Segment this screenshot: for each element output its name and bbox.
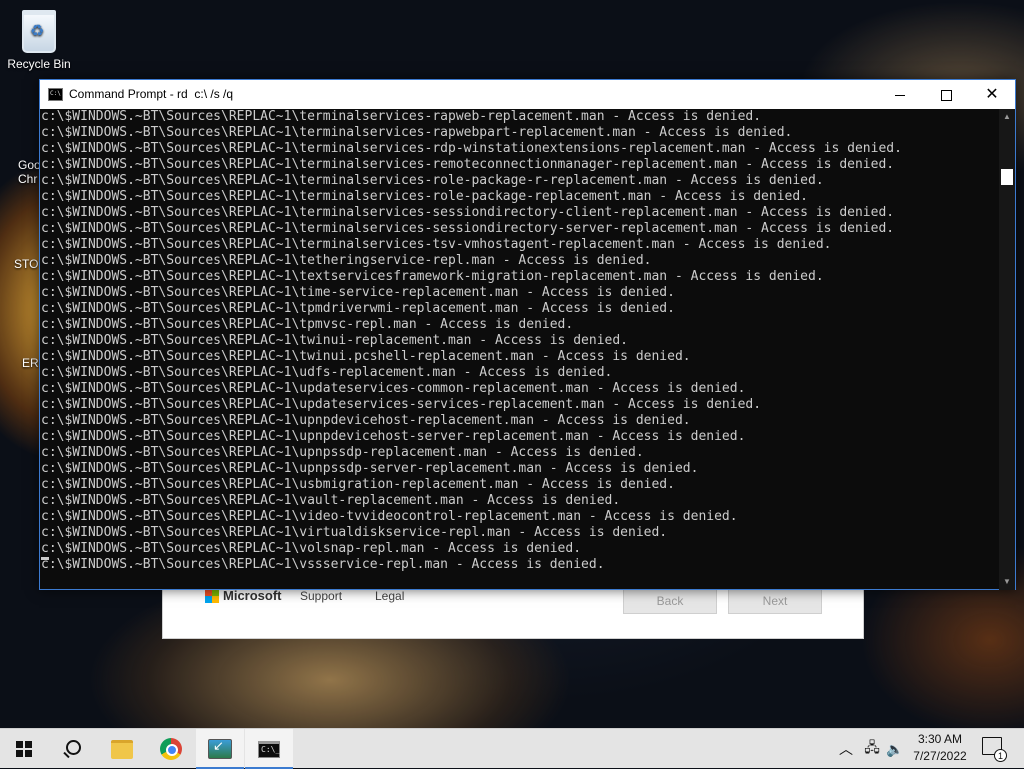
desktop-icon-google-chrome[interactable]: Goo Chr	[18, 158, 41, 186]
console-line: c:\$WINDOWS.~BT\Sources\REPLAC~1\usbmigr…	[41, 477, 675, 492]
chrome-icon	[160, 738, 182, 760]
next-button[interactable]: Next	[728, 588, 822, 614]
maximize-button[interactable]	[923, 80, 969, 109]
console-line: c:\$WINDOWS.~BT\Sources\REPLAC~1\upnpssd…	[41, 445, 644, 460]
legal-link[interactable]: Legal	[375, 589, 404, 603]
console-line: c:\$WINDOWS.~BT\Sources\REPLAC~1\volsnap…	[41, 541, 582, 556]
network-icon: 🖧	[864, 739, 880, 755]
command-prompt-icon: C:\_	[258, 740, 280, 758]
close-button[interactable]: ✕	[969, 80, 1015, 109]
console-line: c:\$WINDOWS.~BT\Sources\REPLAC~1\tpmvsc-…	[41, 317, 574, 332]
notification-badge: 1	[994, 749, 1007, 762]
minimize-icon	[895, 95, 905, 97]
console-line: c:\$WINDOWS.~BT\Sources\REPLAC~1\virtual…	[41, 525, 668, 540]
console-line: c:\$WINDOWS.~BT\Sources\REPLAC~1\termina…	[41, 141, 902, 156]
console-line: c:\$WINDOWS.~BT\Sources\REPLAC~1\textser…	[41, 269, 824, 284]
scrollbar-thumb[interactable]	[1001, 169, 1013, 185]
console-line: c:\$WINDOWS.~BT\Sources\REPLAC~1\termina…	[41, 157, 895, 172]
chrome-button[interactable]	[147, 729, 195, 769]
console-line: c:\$WINDOWS.~BT\Sources\REPLAC~1\time-se…	[41, 285, 675, 300]
volume-icon: 🔈	[886, 740, 904, 757]
network-button[interactable]: 🖧	[861, 729, 883, 769]
text-cursor	[41, 557, 49, 560]
console-line: c:\$WINDOWS.~BT\Sources\REPLAC~1\tpmdriv…	[41, 301, 675, 316]
start-button[interactable]	[0, 729, 48, 769]
console-line: c:\$WINDOWS.~BT\Sources\REPLAC~1\termina…	[41, 173, 824, 188]
search-icon	[65, 739, 81, 755]
window-title: Command Prompt - rd c:\ /s /q	[69, 87, 234, 101]
console-line: c:\$WINDOWS.~BT\Sources\REPLAC~1\termina…	[41, 221, 895, 236]
console-line: c:\$WINDOWS.~BT\Sources\REPLAC~1\updates…	[41, 397, 762, 412]
desktop-icon-label: Goo	[18, 158, 41, 172]
start-icon	[16, 741, 32, 757]
vertical-scrollbar[interactable]: ▲ ▼	[999, 109, 1015, 590]
console-line: c:\$WINDOWS.~BT\Sources\REPLAC~1\termina…	[41, 189, 809, 204]
command-prompt-taskbar-button[interactable]: C:\_	[245, 729, 293, 769]
console-line: c:\$WINDOWS.~BT\Sources\REPLAC~1\tetheri…	[41, 253, 652, 268]
recycle-bin-label: Recycle Bin	[7, 57, 71, 71]
desktop-icon-label: Chr	[18, 172, 38, 186]
show-hidden-icons-button[interactable]: ︿	[836, 729, 856, 769]
command-prompt-icon: C:\	[48, 88, 63, 101]
clock[interactable]: 3:30 AM 7/27/2022	[906, 731, 974, 765]
support-link[interactable]: Support	[300, 589, 342, 603]
close-icon: ✕	[985, 86, 999, 103]
console-line: c:\$WINDOWS.~BT\Sources\REPLAC~1\udfs-re…	[41, 365, 613, 380]
microsoft-logo-icon	[205, 589, 219, 603]
maximize-icon	[940, 90, 952, 102]
console-line: c:\$WINDOWS.~BT\Sources\REPLAC~1\video-t…	[41, 509, 738, 524]
title-bar[interactable]: C:\ Command Prompt - rd c:\ /s /q ✕	[40, 80, 1015, 109]
console-line: c:\$WINDOWS.~BT\Sources\REPLAC~1\termina…	[41, 109, 762, 124]
console-line: c:\$WINDOWS.~BT\Sources\REPLAC~1\termina…	[41, 237, 832, 252]
console-line: c:\$WINDOWS.~BT\Sources\REPLAC~1\upnpdev…	[41, 429, 746, 444]
recycle-bin[interactable]: Recycle Bin	[2, 10, 76, 71]
desktop-icon-sto[interactable]: STO	[14, 257, 38, 271]
scroll-up-icon[interactable]: ▲	[999, 109, 1015, 125]
search-button[interactable]	[48, 729, 96, 769]
back-button[interactable]: Back	[623, 588, 717, 614]
console-line: c:\$WINDOWS.~BT\Sources\REPLAC~1\termina…	[41, 205, 895, 220]
media-creation-tool-icon	[208, 738, 232, 759]
volume-button[interactable]: 🔈	[884, 729, 906, 769]
console-line: c:\$WINDOWS.~BT\Sources\REPLAC~1\vault-r…	[41, 493, 621, 508]
file-explorer-button[interactable]	[98, 729, 146, 769]
chevron-up-icon: ︿	[839, 741, 853, 757]
scroll-down-icon[interactable]: ▼	[999, 574, 1015, 590]
recycle-bin-icon	[22, 10, 56, 53]
clock-date: 7/27/2022	[913, 749, 967, 763]
console-line: c:\$WINDOWS.~BT\Sources\REPLAC~1\twinui-…	[41, 333, 628, 348]
clock-time: 3:30 AM	[917, 732, 963, 746]
desktop-icon-label: STO	[14, 257, 39, 271]
console-line: c:\$WINDOWS.~BT\Sources\REPLAC~1\upnpssd…	[41, 461, 699, 476]
console-line: c:\$WINDOWS.~BT\Sources\REPLAC~1\upnpdev…	[41, 413, 691, 428]
minimize-button[interactable]	[877, 80, 923, 109]
file-explorer-icon	[111, 739, 133, 759]
microsoft-brand: Microsoft	[223, 588, 282, 603]
console-line: c:\$WINDOWS.~BT\Sources\REPLAC~1\termina…	[41, 125, 793, 140]
console-line: c:\$WINDOWS.~BT\Sources\REPLAC~1\updates…	[41, 381, 746, 396]
media-creation-tool-button[interactable]	[196, 729, 244, 769]
command-prompt-window[interactable]: C:\ Command Prompt - rd c:\ /s /q ✕ c:\$…	[39, 79, 1016, 590]
console-line: c:\$WINDOWS.~BT\Sources\REPLAC~1\vssserv…	[41, 557, 605, 572]
console-output[interactable]: c:\$WINDOWS.~BT\Sources\REPLAC~1\termina…	[40, 109, 1000, 590]
console-line: c:\$WINDOWS.~BT\Sources\REPLAC~1\twinui.…	[41, 349, 691, 364]
taskbar: C:\_ ︿ 🖧 🔈 3:30 AM 7/27/2022 1	[0, 728, 1024, 769]
